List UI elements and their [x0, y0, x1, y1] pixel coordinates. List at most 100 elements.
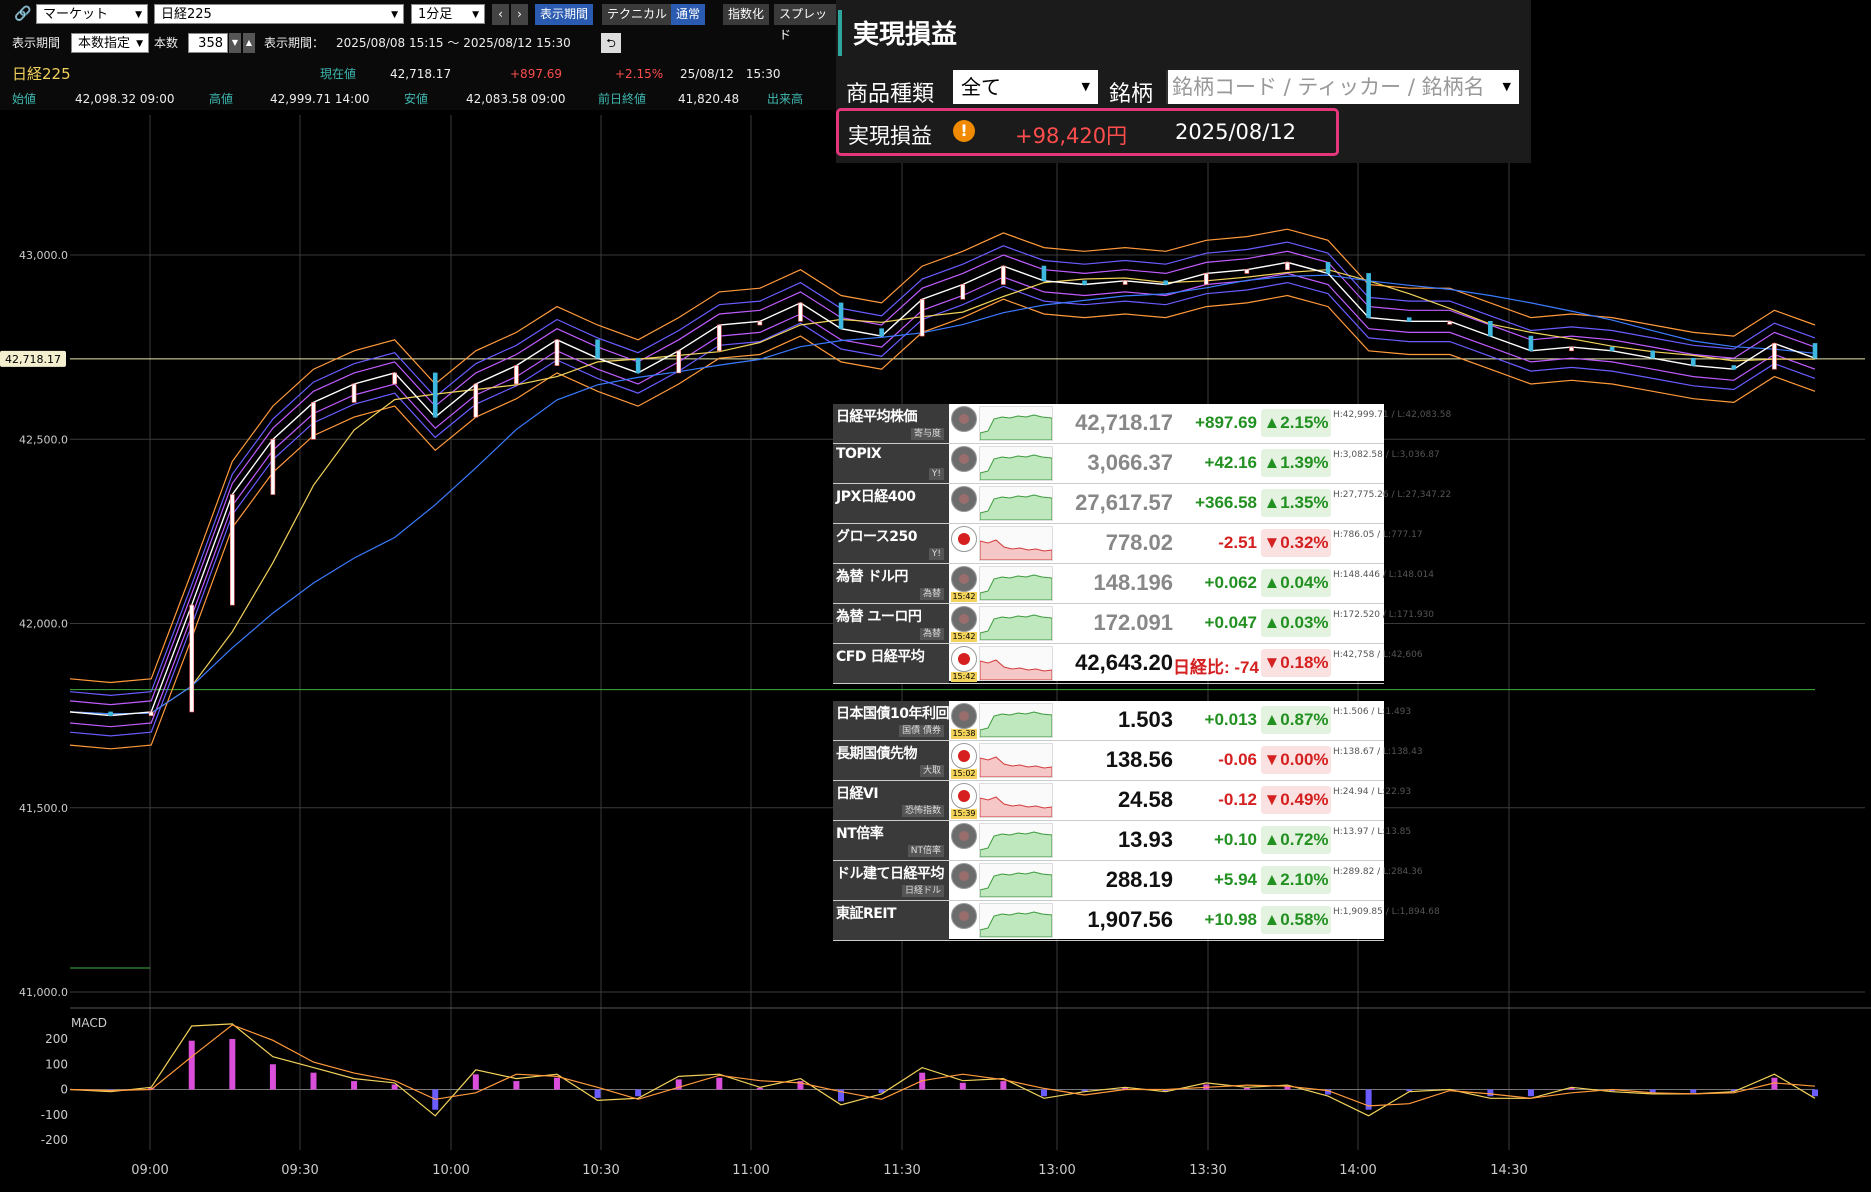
market-sparkline [979, 743, 1053, 778]
market-row-pct: ▼0.49% [1261, 786, 1331, 814]
price-candle [189, 604, 195, 713]
price-candle [1041, 265, 1047, 282]
x-axis-ticks: 09:00 09:30 10:00 10:30 11:00 11:30 13:00 13:30… [131, 1163, 1527, 1178]
warning-icon[interactable]: ! [953, 120, 975, 142]
market-row-name-cell: TOPIX Y! [833, 444, 949, 483]
technical-button[interactable]: テクニカル [602, 4, 673, 25]
price-candle [311, 402, 316, 440]
market-row[interactable]: CFD 日経平均 15:42 42,643.20 日経比: -74 ▼0.18% H:42… [833, 644, 1423, 684]
product-type-select[interactable]: 全て ▼ [953, 70, 1098, 104]
market-select-value: マーケット [43, 7, 109, 22]
sparkline-path [979, 454, 1053, 481]
sparkline-path [979, 796, 1053, 818]
sparkline-path [979, 614, 1053, 641]
market-row-date: 15:42 [951, 632, 977, 642]
market-row-high-low: H:1,909.85 / L:1,894.68 [1333, 907, 1440, 917]
y-tick-label: 42,000.0 [19, 618, 68, 631]
market-row[interactable]: TOPIX Y! 08/12 3,066.37 +42.16 ▲1.39% H:3,082.… [833, 444, 1440, 484]
sparkline-path [979, 911, 1053, 938]
market-row[interactable]: 為替 ドル円 為替 15:42 148.196 +0.062 ▲0.04% H:148.44… [833, 564, 1434, 604]
market-row-high-low: H:289.82 / L:284.36 [1333, 867, 1423, 877]
market-row-high-low: H:13.97 / L:13.85 [1333, 827, 1412, 837]
x-tick-label: 14:00 [1339, 1163, 1376, 1178]
market-row-change: +42.16 [1204, 453, 1257, 472]
link-icon[interactable]: 🔗 [14, 6, 31, 22]
price-candle [1163, 280, 1168, 285]
symbol-search-input[interactable]: 銘柄コード / ティッカー / 銘柄名 ▼ [1166, 70, 1519, 104]
market-flag-icon [951, 526, 977, 552]
next-button[interactable]: › [511, 4, 528, 25]
price-candle [554, 339, 560, 366]
market-row[interactable]: ドル建て日経平均 日経ドル 08/12 288.19 +5.94 ▲2.10% H:289.… [833, 861, 1423, 901]
market-row[interactable]: 日経VI 恐怖指数 15:39 24.58 -0.12 ▼0.49% H:24.94 / L… [833, 781, 1411, 821]
market-select[interactable]: マーケット ▼ [36, 4, 148, 24]
market-row-value: 24.58 [1117, 787, 1173, 812]
market-row-date: 08/12 [952, 929, 976, 938]
market-flag-icon [951, 406, 977, 432]
return-icon[interactable]: ⮌ [601, 33, 621, 53]
macd-histogram-bar [553, 1077, 560, 1090]
realized-amount: +98,420円 [1015, 124, 1128, 148]
market-row[interactable]: JPX日経400 08/12 27,617.57 +366.58 ▲1.35% H:27,… [833, 484, 1451, 524]
period-mode-select[interactable]: 本数指定 ▼ [71, 33, 149, 53]
spread-button[interactable]: スプレッド [774, 4, 840, 42]
market-row-change: -0.06 [1218, 750, 1257, 769]
count-down-button[interactable]: ▼ [229, 33, 241, 53]
high-value: 42,999.71 14:00 [270, 92, 370, 106]
market-row-pct: ▲0.58% [1261, 906, 1331, 934]
market-row-sub: 国債 債券 [899, 725, 944, 737]
prev-button[interactable]: ‹ [492, 4, 509, 25]
x-tick-label: 11:00 [732, 1163, 769, 1178]
market-row[interactable]: 日経平均株価 寄与度 08/12 42,718.17 +897.69 ▲2.15% H:42… [833, 404, 1451, 444]
market-row-name-cell: 日経平均株価 寄与度 [833, 404, 949, 443]
market-row-name: 東証REIT [836, 906, 897, 922]
market-row-high-low: H:172.520 / L:171.930 [1333, 610, 1435, 620]
index-button[interactable]: 指数化 [723, 4, 770, 25]
sparkline-graphic [979, 711, 1053, 738]
macd-line [69, 1023, 1816, 1117]
x-tick-label: 13:30 [1189, 1163, 1226, 1178]
market-row[interactable]: NT倍率 NT倍率 08/12 13.93 +0.10 ▲0.72% H:13.97 / L… [833, 821, 1412, 861]
market-row[interactable]: グロース250 Y! 08/12 778.02 -2.51 ▼0.32% H:786.05 … [833, 524, 1423, 564]
symbol-select[interactable]: 日経225 ▼ [154, 4, 404, 24]
market-row-change: +0.013 [1204, 710, 1257, 729]
price-candle [919, 298, 925, 337]
market-row-pct: ▲2.10% [1261, 866, 1331, 894]
price-candle [1406, 317, 1412, 322]
market-row-value: 1,907.56 [1087, 907, 1173, 932]
price-candle [595, 339, 600, 359]
count-up-button[interactable]: ▲ [243, 33, 255, 53]
market-row-name: グロース250 [836, 529, 918, 545]
chevron-down-icon: ▼ [1081, 80, 1090, 93]
price-candle [676, 350, 682, 374]
sparkline-graphic [979, 796, 1053, 818]
market-row-date: 08/12 [952, 849, 976, 858]
sparkline-graphic [979, 831, 1053, 858]
market-row-pct: ▼0.32% [1261, 529, 1331, 557]
interval-select[interactable]: 1分足 ▼ [411, 4, 485, 24]
sparkline-graphic [979, 539, 1053, 561]
market-flag-icon [951, 863, 977, 889]
market-row-name: 長期国債先物 [836, 746, 918, 762]
market-row-change: +5.94 [1213, 870, 1257, 889]
price-candle [1609, 346, 1615, 352]
market-row[interactable]: 日本国債10年利回り 国債 債券 15:38 1.503 +0.013 ▲0.87% H:1… [833, 701, 1411, 741]
macd-y-tick-label: 100 [45, 1057, 68, 1071]
price-candle [1772, 343, 1777, 370]
product-type-value: 全て [961, 75, 1001, 99]
price-candle [1488, 321, 1493, 337]
display-period-button[interactable]: 表示期間 [535, 4, 594, 25]
market-row-sub: 日経ドル [901, 885, 944, 897]
market-sparkline [979, 823, 1053, 858]
market-row[interactable]: 長期国債先物 大取 15:02 138.56 -0.06 ▼0.00% H:138.67 /… [833, 741, 1423, 781]
market-table-rates: 日本国債10年利回り 国債 債券 15:38 1.503 +0.013 ▲0.87% H:1… [833, 701, 1440, 941]
market-row-pct: ▲0.72% [1261, 826, 1331, 854]
macd-y-tick-label: 0 [60, 1083, 68, 1097]
market-row[interactable]: 為替 ユーロ円 為替 15:42 172.091 +0.047 ▲0.03% H:172.5… [833, 604, 1435, 644]
count-input[interactable]: 358 [188, 33, 228, 53]
macd-histogram-bar [756, 1087, 763, 1090]
normal-button[interactable]: 通常 [671, 4, 706, 25]
market-row[interactable]: 東証REIT 08/12 1,907.56 +10.98 ▲0.58% H:1,909.8… [833, 901, 1440, 941]
price-candle [1690, 357, 1696, 366]
macd-histogram-bar [716, 1077, 723, 1090]
